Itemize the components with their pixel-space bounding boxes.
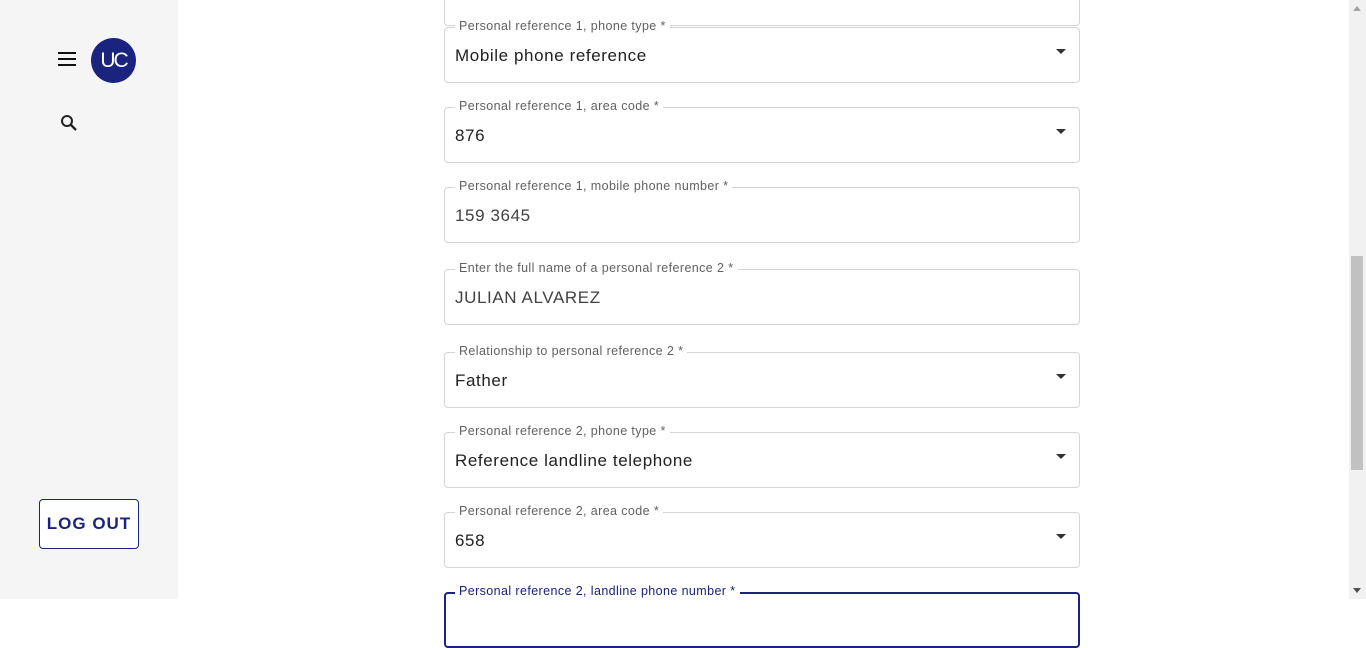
search-button[interactable] [56,110,82,136]
main-content: Personal reference 1, phone type * Mobil… [178,0,1349,648]
search-icon [61,115,77,131]
menu-button[interactable] [54,48,80,70]
sidebar: UC LOG OUT [0,0,178,599]
field-value: Mobile phone reference [455,46,647,65]
field-value: 658 [455,531,486,550]
dropdown-arrow-icon [1056,49,1066,54]
ref1-mobile-number-input[interactable]: Personal reference 1, mobile phone numbe… [444,179,1080,243]
ref2-phone-type-select[interactable]: Personal reference 2, phone type * Refer… [444,424,1080,488]
field-label: Personal reference 2, landline phone num… [455,584,740,598]
field-label: Personal reference 1, phone type * [455,19,670,33]
scroll-down-arrow-icon[interactable] [1353,588,1361,593]
hamburger-menu-icon [58,52,76,66]
field-label: Personal reference 2, area code * [455,504,664,518]
avatar-initials: UC [100,48,128,72]
field-value: Reference landline telephone [455,451,693,470]
field-label: Enter the full name of a personal refere… [455,261,738,275]
ref1-phone-type-select[interactable]: Personal reference 1, phone type * Mobil… [444,19,1080,83]
field-label: Personal reference 1, area code * [455,99,664,113]
scroll-up-arrow-icon[interactable] [1353,6,1361,11]
ref1-area-code-select[interactable]: Personal reference 1, area code * 876 [444,99,1080,163]
field-value: 876 [455,126,486,145]
ref2-relationship-select[interactable]: Relationship to personal reference 2 * F… [444,344,1080,408]
field-value: JULIAN ALVAREZ [455,288,601,307]
dropdown-arrow-icon [1056,129,1066,134]
dropdown-arrow-icon [1056,534,1066,539]
avatar[interactable]: UC [91,38,136,83]
vertical-scrollbar[interactable] [1349,0,1366,599]
field-value: 159 3645 [455,206,531,225]
dropdown-arrow-icon [1056,454,1066,459]
dropdown-arrow-icon [1056,374,1066,379]
field-label: Personal reference 1, mobile phone numbe… [455,179,733,193]
ref2-landline-number-input[interactable]: Personal reference 2, landline phone num… [444,584,1080,648]
ref2-area-code-select[interactable]: Personal reference 2, area code * 658 [444,504,1080,568]
scrollbar-thumb[interactable] [1351,256,1363,470]
field-value: Father [455,371,508,390]
field-label: Personal reference 2, phone type * [455,424,670,438]
logout-button[interactable]: LOG OUT [39,499,139,549]
field-label: Relationship to personal reference 2 * [455,344,688,358]
ref2-full-name-input[interactable]: Enter the full name of a personal refere… [444,261,1080,325]
